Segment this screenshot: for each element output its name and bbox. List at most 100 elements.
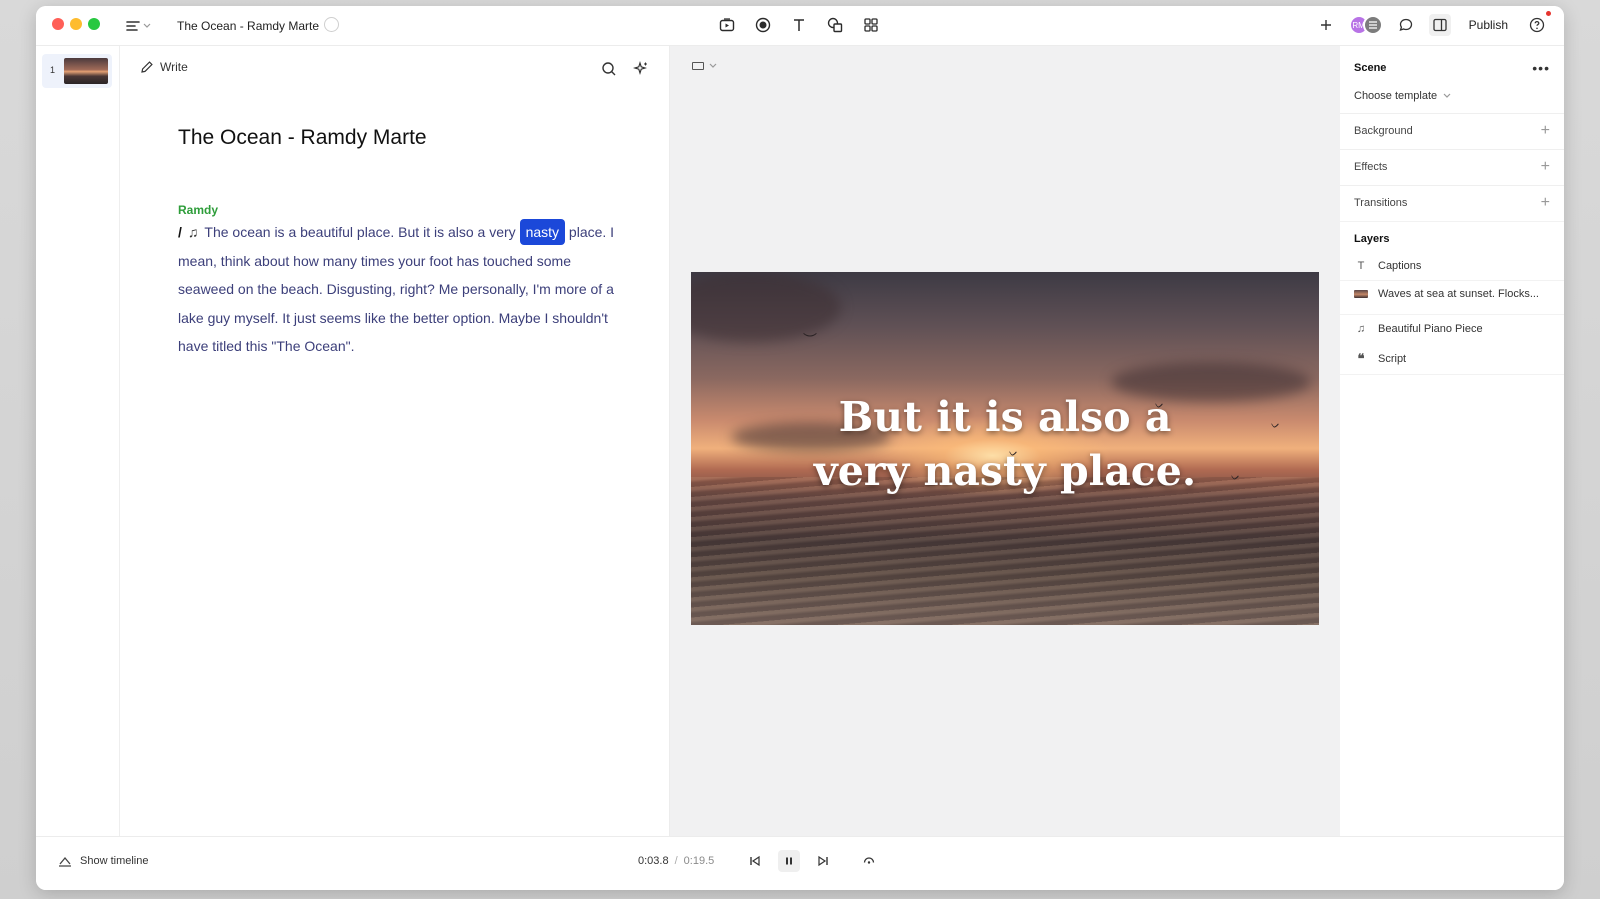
script-title[interactable]: The Ocean - Ramdy Marte <box>178 126 427 150</box>
search-button[interactable] <box>598 58 620 80</box>
document-title[interactable]: The Ocean - Ramdy Marte <box>177 19 319 33</box>
shapes-icon <box>827 17 843 33</box>
record-button[interactable] <box>752 14 774 36</box>
invite-button[interactable] <box>1315 14 1337 36</box>
caption-overlay[interactable]: But it is also a very nasty place. <box>691 390 1319 498</box>
help-button[interactable] <box>1526 11 1551 36</box>
current-time: 0:03.8 <box>638 855 669 867</box>
caption-line-1: But it is also a <box>838 393 1172 441</box>
write-label: Write <box>160 60 188 74</box>
collaborators[interactable]: RM <box>1348 15 1383 35</box>
highlighted-word[interactable]: nasty <box>519 219 566 245</box>
background-section[interactable]: Background + <box>1340 113 1564 149</box>
minimize-window-button[interactable] <box>70 18 82 30</box>
scene-marker: / <box>178 224 182 240</box>
script-text[interactable]: / ♫ The ocean is a beautiful place. But it… <box>178 218 628 361</box>
layer-label: Captions <box>1378 260 1422 272</box>
inspector-panel: Scene ••• Choose template Background + E… <box>1340 46 1564 836</box>
section-label: Transitions <box>1354 197 1408 209</box>
layer-item-script[interactable]: ❝ Script <box>1354 351 1407 367</box>
time-separator: / <box>674 855 678 867</box>
grid-elements-button[interactable] <box>860 14 882 36</box>
write-button[interactable]: Write <box>140 60 188 74</box>
bottom-bar: Show timeline 0:03.8 / 0:19.5 <box>36 836 1564 890</box>
scene-thumbnail[interactable]: 1 <box>42 54 112 88</box>
menu-lines-icon <box>1368 21 1377 29</box>
script-text-before: The ocean is a beautiful place. But it i… <box>204 224 520 240</box>
quote-icon: ❝ <box>1357 351 1365 366</box>
divider <box>1340 221 1564 222</box>
title-bar: The Ocean - Ramdy Marte RM Publish <box>36 6 1564 46</box>
text-icon: T <box>1357 260 1365 272</box>
add-effect-icon[interactable]: + <box>1541 158 1550 176</box>
menu-list-icon <box>126 21 140 31</box>
transitions-section[interactable]: Transitions + <box>1340 185 1564 221</box>
layer-item-video[interactable]: Waves at sea at sunset. Flocks... <box>1354 288 1539 300</box>
add-background-icon[interactable]: + <box>1541 122 1550 140</box>
avatar-more <box>1362 15 1383 35</box>
canvas-area: ︶ ᨆ ᨆ ᨆ ᨆ But it is also a very nasty pl… <box>670 46 1340 836</box>
sea-waves <box>691 476 1319 625</box>
search-icon <box>602 62 616 76</box>
aspect-ratio-button[interactable] <box>692 62 717 70</box>
shapes-tool-button[interactable] <box>824 14 846 36</box>
pause-button[interactable] <box>778 850 800 872</box>
skip-forward-button[interactable] <box>812 850 834 872</box>
pause-icon <box>786 857 792 865</box>
skip-forward-icon <box>818 855 828 867</box>
add-scene-button[interactable] <box>716 14 738 36</box>
layer-label: Waves at sea at sunset. Flocks... <box>1378 288 1539 300</box>
publish-button[interactable]: Publish <box>1463 18 1514 32</box>
toolbar <box>716 14 882 36</box>
speaker-label[interactable]: Ramdy <box>178 203 218 217</box>
toolbar-right: RM Publish <box>1315 11 1551 36</box>
chevron-down-icon <box>143 23 151 28</box>
help-icon <box>1529 17 1545 33</box>
main-menu-button[interactable] <box>126 15 158 37</box>
grid-icon <box>864 18 878 32</box>
sparkle-icon <box>633 61 647 75</box>
layer-item-music[interactable]: ♫ Beautiful Piano Piece <box>1354 323 1483 335</box>
music-note-icon: ♫ <box>1356 323 1366 335</box>
comment-icon <box>1399 18 1412 32</box>
plus-icon <box>1320 20 1331 30</box>
skip-back-button[interactable] <box>744 850 766 872</box>
music-note-icon: ♫ <box>187 224 199 240</box>
layer-item-captions[interactable]: T Captions <box>1354 260 1422 272</box>
video-thumbnail-icon <box>1354 290 1368 298</box>
template-label: Choose template <box>1354 90 1438 102</box>
text-tool-button[interactable] <box>788 14 810 36</box>
cloud-shape <box>691 272 841 342</box>
show-timeline-button[interactable]: Show timeline <box>58 855 148 867</box>
scene-preview-image <box>64 58 108 84</box>
pencil-icon <box>141 61 153 73</box>
comments-button[interactable] <box>1395 14 1417 36</box>
video-preview[interactable]: ︶ ᨆ ᨆ ᨆ ᨆ But it is also a very nasty pl… <box>691 272 1319 625</box>
close-window-button[interactable] <box>52 18 64 30</box>
loop-icon <box>863 857 875 864</box>
loop-button[interactable] <box>858 850 880 872</box>
script-panel: Write The Ocean - Ramdy Marte Ramdy / ♫ Th… <box>120 46 670 836</box>
ai-tools-button[interactable] <box>630 58 652 80</box>
toggle-panel-button[interactable] <box>1428 14 1451 36</box>
timeline-icon <box>59 856 71 867</box>
scene-list: 1 <box>36 46 120 836</box>
scene-number: 1 <box>50 65 56 75</box>
chevron-down-icon <box>709 63 717 68</box>
add-transition-icon[interactable]: + <box>1541 194 1550 212</box>
choose-template-dropdown[interactable]: Choose template <box>1354 90 1451 102</box>
text-icon <box>794 19 804 31</box>
section-label: Effects <box>1354 161 1388 173</box>
zoom-window-button[interactable] <box>88 18 100 30</box>
playback-time: 0:03.8 / 0:19.5 <box>638 855 714 867</box>
bird-shape: ︶ <box>803 332 817 348</box>
layers-heading: Layers <box>1354 233 1390 245</box>
playback-controls <box>744 850 834 872</box>
divider <box>1340 280 1564 281</box>
inspector-heading: Scene <box>1354 62 1387 74</box>
app-window: The Ocean - Ramdy Marte RM Publish 1 Wri… <box>36 6 1564 890</box>
scene-icon <box>719 18 735 32</box>
effects-section[interactable]: Effects + <box>1340 149 1564 185</box>
more-options-icon[interactable]: ••• <box>1532 60 1550 76</box>
sidebar-panel-icon <box>1432 18 1447 32</box>
